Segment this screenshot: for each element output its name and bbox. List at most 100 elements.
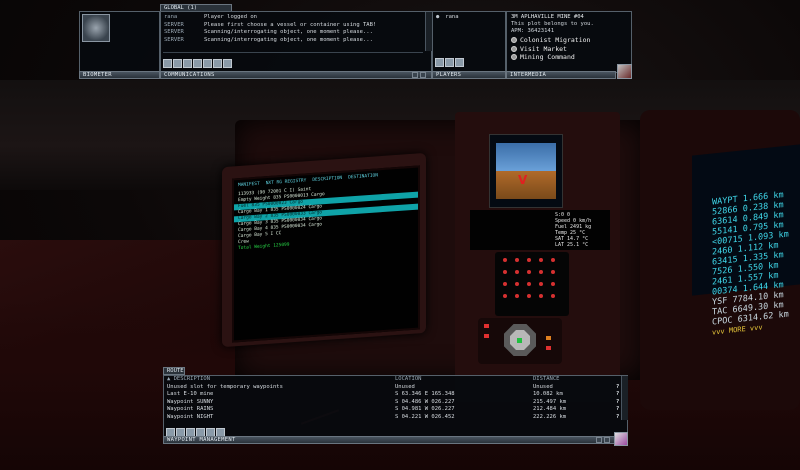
communications-panel: rana Player logged on SERVER Please first c… xyxy=(160,11,432,73)
emote-icon[interactable] xyxy=(163,59,172,68)
manifest-header: DESTINATION xyxy=(348,173,378,181)
message-source: SERVER xyxy=(164,36,184,43)
tab-route[interactable]: ROUTE xyxy=(163,367,185,375)
search-icon[interactable] xyxy=(445,58,454,67)
minimize-button[interactable] xyxy=(412,72,418,78)
cell-distance: 212.484 km xyxy=(533,406,567,412)
flight-readouts: S:0 0 Speed 0 km/h Fuel 2491 kg Temp 25 °C S… xyxy=(555,212,591,248)
green-led xyxy=(517,338,522,343)
cell-distance: 10.082 km xyxy=(533,391,563,397)
option-mining-command[interactable]: Mining Command xyxy=(511,53,631,62)
manifest-lines: 113933 (90 72001 C I) Saint Empty Weight … xyxy=(234,180,418,253)
message-row: rana Player logged on xyxy=(161,14,431,22)
add-friend-icon[interactable] xyxy=(435,58,444,67)
cell-location: S 63.346 E 165.348 xyxy=(395,391,455,397)
chat-icon[interactable] xyxy=(173,59,182,68)
cell-description: Unused slot for temporary waypoints xyxy=(167,383,283,390)
manifest-header: MANIFEST xyxy=(238,181,260,189)
manifest-header: DESCRIPTION xyxy=(312,175,343,183)
help-icon[interactable] xyxy=(223,59,232,68)
route-thumbnail[interactable] xyxy=(614,432,628,446)
message-source: SERVER xyxy=(164,29,184,35)
bullet-icon xyxy=(511,37,517,44)
player-name[interactable]: rana xyxy=(439,14,458,22)
biometer-title: BIOMETER xyxy=(79,71,160,79)
cell-distance: 215.497 km xyxy=(533,398,567,405)
red-led xyxy=(484,324,489,328)
cell-description: Waypoint SUNNY xyxy=(167,398,214,405)
message-text: Please first choose a vessel or containe… xyxy=(204,21,377,28)
cell-location: S 04.221 W 026.452 xyxy=(395,413,455,420)
waypoint-table: ▲ DESCRIPTION LOCATION DISTANCE Unused s… xyxy=(164,376,627,421)
col-distance[interactable]: DISTANCE xyxy=(530,376,613,384)
intermedia-options: Colonist Migration Visit Market Mining C… xyxy=(507,36,631,62)
message-list: rana Player logged on SERVER Please first c… xyxy=(161,12,431,44)
attitude-indicator: V xyxy=(489,134,563,208)
apm-value: APM: 36423141 xyxy=(511,28,555,34)
message-source: SERVER xyxy=(164,21,184,28)
scrollbar[interactable] xyxy=(425,12,432,51)
table-row[interactable]: Waypoint RAINS S 04.981 W 026.227 212.484 … xyxy=(164,406,627,414)
intermedia-panel: 3M APLHAVILLE MINE #04 This plot belongs… xyxy=(506,11,632,73)
orange-led xyxy=(546,336,551,340)
intermedia-subheading: This plot belongs to you. xyxy=(511,21,594,27)
message-text: Scanning/interrogating object, one momen… xyxy=(204,36,373,43)
cell-location: S 04.981 W 026.227 xyxy=(395,406,455,412)
maximize-button[interactable] xyxy=(420,72,426,78)
message-source: rana xyxy=(164,14,178,20)
keypad xyxy=(495,252,569,316)
remove-icon[interactable] xyxy=(455,58,464,67)
option-label: Colonist Migration xyxy=(520,36,591,44)
table-row[interactable]: Unused slot for temporary waypoints Unuse… xyxy=(164,384,627,392)
table-row[interactable]: Waypoint SUNNY S 04.486 W 026.227 215.497 … xyxy=(164,399,627,407)
manifest-header: NXT RG REGISTRY xyxy=(265,178,307,187)
settings-icon[interactable] xyxy=(203,59,212,68)
cell-description: Last E-10 mine xyxy=(167,391,214,397)
route-toolbar xyxy=(166,422,466,437)
message-row: SERVER Scanning/interrogating object, one… xyxy=(161,29,431,37)
option-colonist-migration[interactable]: Colonist Migration xyxy=(511,36,631,45)
intermedia-heading: 3M APLHAVILLE MINE #04 xyxy=(511,14,584,20)
comm-toolbar xyxy=(163,52,423,68)
bullet-icon xyxy=(511,54,517,61)
players-panel: ● rana xyxy=(432,11,506,73)
avatar-portrait xyxy=(82,14,110,42)
cell-distance: Unused xyxy=(533,383,553,390)
map-icon[interactable] xyxy=(193,59,202,68)
option-label: Mining Command xyxy=(520,53,575,61)
manifest-monitor: MANIFEST NXT RG REGISTRY DESCRIPTION DES… xyxy=(232,165,420,343)
col-location[interactable]: LOCATION xyxy=(392,376,530,384)
red-led xyxy=(484,334,489,338)
table-row[interactable]: Last E-10 mine S 63.346 E 165.348 10.082 k… xyxy=(164,391,627,399)
route-title: WAYPOINT MANAGEMENT xyxy=(163,436,615,444)
option-label: Visit Market xyxy=(520,44,567,53)
message-text: Player logged on xyxy=(204,14,257,20)
col-description[interactable]: ▲ DESCRIPTION xyxy=(164,376,392,384)
option-visit-market[interactable]: Visit Market xyxy=(511,45,631,54)
scrollbar[interactable] xyxy=(621,376,628,420)
readout-line: LAT 25.1 °C xyxy=(555,242,589,248)
communications-title: COMMUNICATIONS xyxy=(160,71,432,79)
intermedia-title: INTERMEDIA xyxy=(506,71,616,79)
biometer-panel xyxy=(79,11,160,73)
red-led xyxy=(546,346,551,350)
intermedia-thumbnail[interactable] xyxy=(617,64,632,79)
cell-description: Waypoint NIGHT xyxy=(167,413,214,420)
message-text: Scanning/interrogating object, one momen… xyxy=(204,29,373,35)
maximize-button[interactable] xyxy=(604,437,610,443)
cell-description: Waypoint RAINS xyxy=(167,406,214,412)
cell-location: S 04.486 W 026.227 xyxy=(395,398,455,405)
waypoint-display: WAYPT 1.666 km 52866 0.238 km 63614 0.849 … xyxy=(692,144,800,337)
flag-icon[interactable] xyxy=(213,59,222,68)
table-row[interactable]: Waypoint NIGHT S 04.221 W 026.452 222.226 … xyxy=(164,414,627,422)
cell-distance: 222.226 km xyxy=(533,413,567,420)
message-row: SERVER Please first choose a vessel or co… xyxy=(161,22,431,30)
table-header: ▲ DESCRIPTION LOCATION DISTANCE xyxy=(164,376,627,384)
message-row: SERVER Scanning/interrogating object, one… xyxy=(161,37,431,45)
route-panel: ▲ DESCRIPTION LOCATION DISTANCE Unused s… xyxy=(163,375,628,438)
cell-location: Unused xyxy=(395,383,415,390)
group-icon[interactable] xyxy=(183,59,192,68)
players-title: PLAYERS xyxy=(432,71,506,79)
bullet-icon xyxy=(511,45,517,52)
minimize-button[interactable] xyxy=(596,437,602,443)
